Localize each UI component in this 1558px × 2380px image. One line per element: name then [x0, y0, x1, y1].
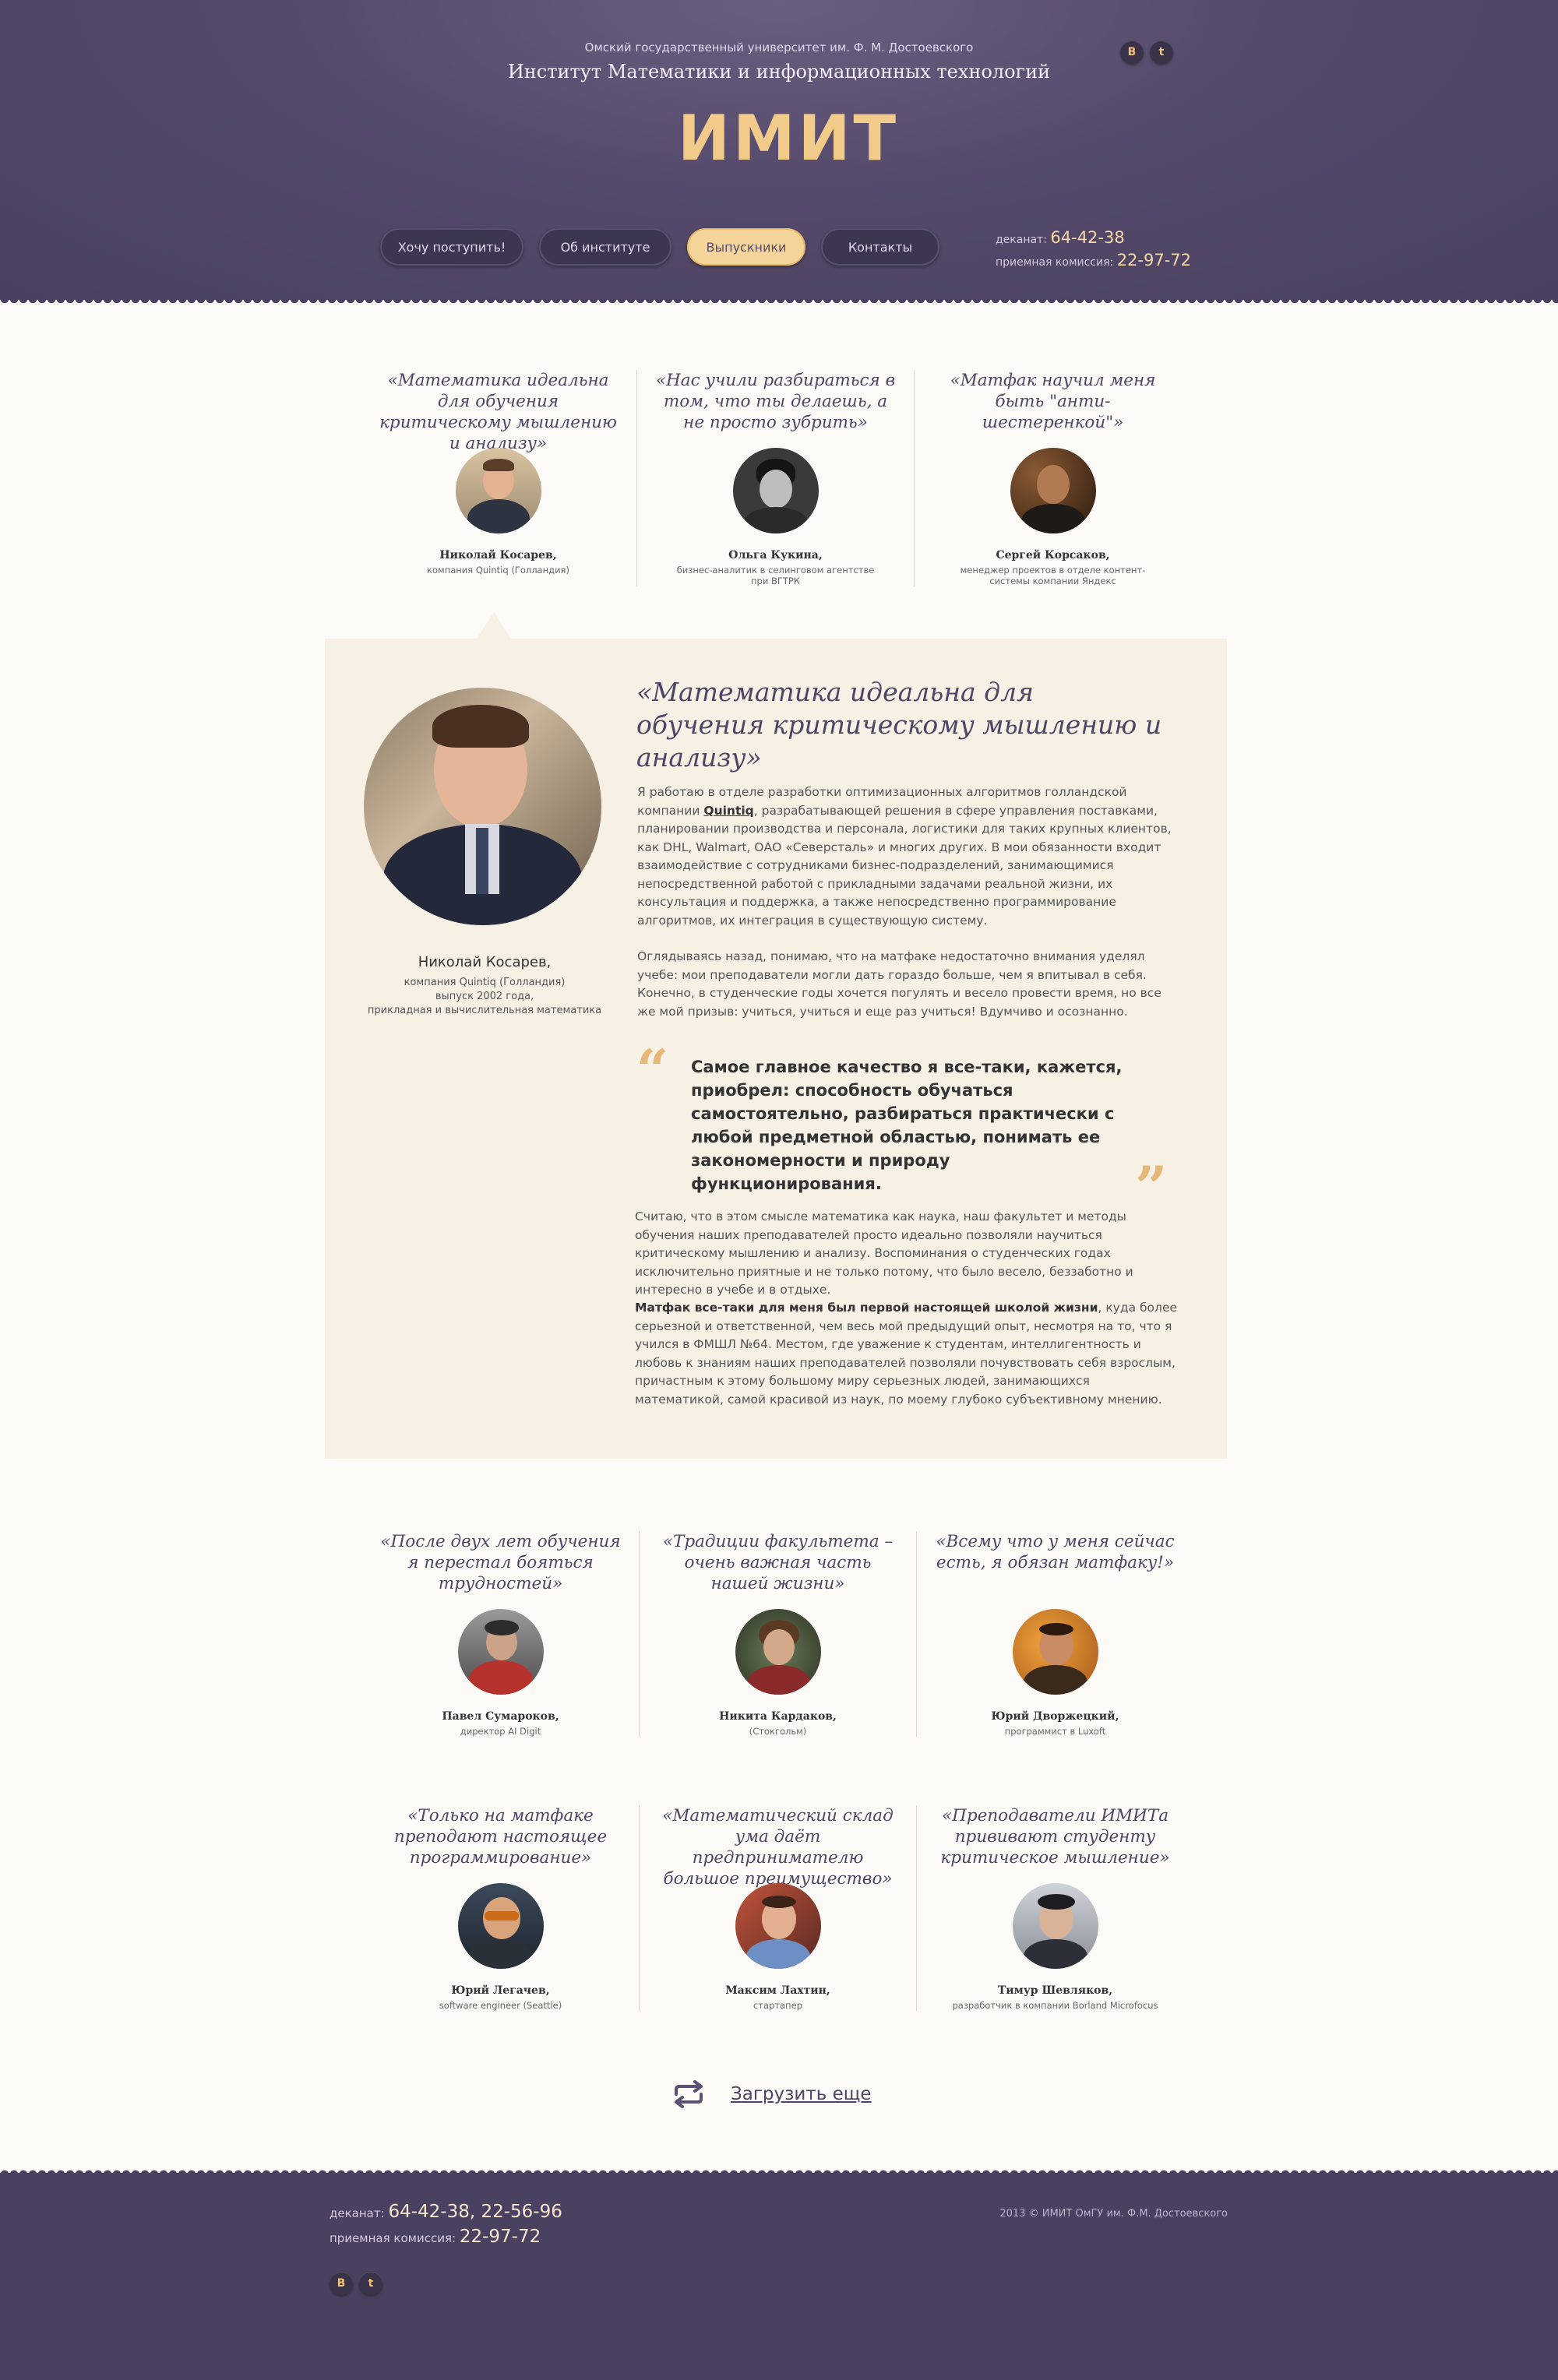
- site-logo[interactable]: ИМИТ: [678, 107, 896, 170]
- testimonial-card[interactable]: «Преподаватели ИМИТа прививают студенту …: [916, 1805, 1193, 2011]
- admission-label: приемная комиссия:: [996, 256, 1114, 269]
- testimonial-name: Тимур Шевляков,: [997, 1984, 1113, 1997]
- testimonial-role: компания Quintiq (Голландия): [427, 565, 569, 576]
- testimonial-quote: «Матфак научил меня быть "анти-шестеренк…: [950, 371, 1156, 432]
- copyright: 2013 © ИМИТ ОмГУ им. Ф.М. Достоевского: [999, 2208, 1228, 2220]
- testimonial-card[interactable]: «Всему что у меня сейчас есть, я обязан …: [916, 1531, 1193, 1737]
- featured-name: Николай Косарев,: [418, 954, 552, 970]
- testimonials-row-2: «После двух лет обучения я перестал боят…: [362, 1531, 1193, 1737]
- dean-label: деканат:: [996, 234, 1047, 246]
- open-quote-icon: “: [636, 1037, 669, 1103]
- featured-paragraph-3: Считаю, что в этом смысле математика как…: [635, 1209, 1133, 1297]
- footer-dean-label: деканат:: [330, 2206, 385, 2220]
- featured-company: компания Quintiq (Голландия): [404, 977, 566, 988]
- testimonial-card[interactable]: «Традиции факультета – очень важная част…: [639, 1531, 916, 1737]
- quintiq-link[interactable]: Quintiq: [703, 804, 753, 818]
- avatar[interactable]: [457, 1609, 544, 1695]
- testimonial-name: Сергей Корсаков,: [996, 549, 1110, 562]
- header-phones: деканат: 64-42-38 приемная комиссия: 22-…: [996, 227, 1191, 273]
- testimonial-card[interactable]: «После двух лет обучения я перестал боят…: [362, 1531, 639, 1737]
- vk-icon[interactable]: В: [330, 2272, 353, 2295]
- featured-paragraph-2: Оглядываясь назад, понимаю, что на матфа…: [637, 949, 1161, 1019]
- avatar[interactable]: [455, 448, 541, 533]
- nav-apply[interactable]: Хочу поступить!: [380, 228, 523, 266]
- testimonial-name: Юрий Легачев,: [451, 1984, 550, 1997]
- footer-phones: деканат: 64-42-38, 22-56-96 приемная ком…: [330, 2200, 562, 2250]
- dean-phone[interactable]: 64-42-38: [1050, 228, 1124, 247]
- p4-bold: Матфак все-таки для меня был первой наст…: [635, 1301, 1098, 1315]
- vk-icon[interactable]: В: [1120, 40, 1144, 64]
- featured-avatar: [364, 688, 601, 925]
- testimonial-name: Максим Лахтин,: [725, 1984, 830, 1997]
- admission-phone[interactable]: 22-97-72: [1117, 251, 1191, 269]
- header-social: В t: [1120, 40, 1173, 64]
- load-more[interactable]: Загрузить еще: [670, 2080, 872, 2108]
- testimonial-card[interactable]: «Нас учили разбираться в том, что ты дел…: [636, 370, 914, 586]
- testimonial-name: Ольга Кукина,: [728, 549, 823, 562]
- avatar[interactable]: [735, 1883, 821, 1969]
- testimonial-quote: «Всему что у меня сейчас есть, я обязан …: [936, 1532, 1175, 1572]
- footer-social: В t: [330, 2272, 382, 2295]
- avatar[interactable]: [457, 1883, 544, 1969]
- testimonial-role: программист в Luxoft: [1004, 1726, 1106, 1737]
- nav-contacts[interactable]: Контакты: [821, 228, 939, 266]
- testimonial-name: Николай Косарев,: [439, 549, 557, 562]
- site-header: Омский государственный университет им. Ф…: [0, 0, 1558, 305]
- featured-paragraph-1: Я работаю в отделе разработки оптимизаци…: [637, 783, 1183, 930]
- testimonial-name: Юрий Дворжецкий,: [991, 1710, 1119, 1723]
- main-nav: Хочу поступить! Об институте Выпускники …: [380, 228, 939, 266]
- avatar[interactable]: [1012, 1883, 1098, 1969]
- twitter-icon[interactable]: t: [359, 2272, 382, 2295]
- testimonial-role: стартапер: [753, 2000, 802, 2011]
- testimonial-role: директор AI Digit: [460, 1726, 541, 1737]
- testimonial-role: software engineer (Seattle): [439, 2000, 562, 2011]
- footer-admission-phone[interactable]: 22-97-72: [460, 2227, 541, 2247]
- featured-paragraph-4: Матфак все-таки для меня был первой наст…: [635, 1299, 1180, 1409]
- university-name: Омский государственный университет им. Ф…: [584, 40, 974, 55]
- p4-rest: , куда более серьезной и ответственной, …: [635, 1301, 1178, 1407]
- testimonials-row-3: «Только на матфаке преподают настоящее п…: [362, 1805, 1193, 2011]
- twitter-icon[interactable]: t: [1150, 40, 1173, 64]
- testimonial-card[interactable]: «Математический склад ума даёт предприни…: [639, 1805, 916, 2011]
- nav-about[interactable]: Об институте: [539, 228, 671, 266]
- testimonial-quote: «После двух лет обучения я перестал боят…: [380, 1532, 621, 1593]
- testimonial-role: менеджер проектов в отделе контент-систе…: [960, 565, 1146, 586]
- testimonial-quote: «Нас учили разбираться в том, что ты дел…: [655, 371, 896, 432]
- institute-name: Институт Математики и информационных тех…: [507, 61, 1051, 83]
- testimonial-card[interactable]: «Математика идеальна для обучения критич…: [360, 370, 636, 586]
- featured-details: компания Quintiq (Голландия) выпуск 2002…: [325, 976, 644, 1018]
- testimonial-card[interactable]: «Матфак научил меня быть "анти-шестеренк…: [914, 370, 1191, 586]
- footer-admission-label: приемная комиссия:: [330, 2231, 456, 2245]
- footer-dean-phone[interactable]: 64-42-38, 22-56-96: [388, 2202, 562, 2222]
- nav-alumni[interactable]: Выпускники: [687, 228, 805, 266]
- testimonial-role: разработчик в компании Borland Microfocu…: [952, 2000, 1158, 2011]
- close-quote-icon: ”: [1135, 1153, 1168, 1220]
- testimonial-role: (Стокгольм): [749, 1726, 807, 1737]
- testimonial-quote: «Математика идеальна для обучения критич…: [379, 371, 617, 453]
- featured-specialty: прикладная и вычислительная математика: [367, 1005, 602, 1016]
- load-more-link[interactable]: Загрузить еще: [731, 2084, 872, 2104]
- testimonial-role: бизнес-аналитик в селинговом агентстве п…: [676, 565, 875, 586]
- testimonial-quote: «Преподаватели ИМИТа прививают студенту …: [940, 1806, 1170, 1868]
- avatar[interactable]: [732, 448, 819, 533]
- testimonial-name: Павел Сумароков,: [442, 1710, 559, 1723]
- testimonial-card[interactable]: «Только на матфаке преподают настоящее п…: [362, 1805, 639, 2011]
- featured-title: «Математика идеальна для обучения критич…: [636, 677, 1162, 773]
- testimonial-quote: «Математический склад ума даёт предприни…: [662, 1806, 894, 1889]
- featured-graduation: выпуск 2002 года,: [435, 991, 534, 1002]
- featured-pull-quote: Самое главное качество я все-таки, кажет…: [691, 1058, 1123, 1193]
- avatar[interactable]: [1010, 448, 1096, 533]
- p1-end: , разрабатывающей решения в сфере управл…: [637, 803, 1172, 928]
- featured-testimonial: Николай Косарев, компания Quintiq (Голла…: [325, 612, 1227, 1459]
- testimonial-quote: «Традиции факультета – очень важная част…: [662, 1532, 894, 1593]
- site-footer: деканат: 64-42-38, 22-56-96 приемная ком…: [0, 2168, 1558, 2380]
- avatar[interactable]: [1012, 1609, 1098, 1695]
- testimonial-name: Никита Кардаков,: [719, 1710, 837, 1723]
- testimonial-quote: «Только на матфаке преподают настоящее п…: [393, 1806, 608, 1868]
- top-testimonials: «Математика идеальна для обучения критич…: [360, 370, 1191, 586]
- avatar[interactable]: [735, 1609, 821, 1695]
- reload-icon[interactable]: [670, 2080, 707, 2108]
